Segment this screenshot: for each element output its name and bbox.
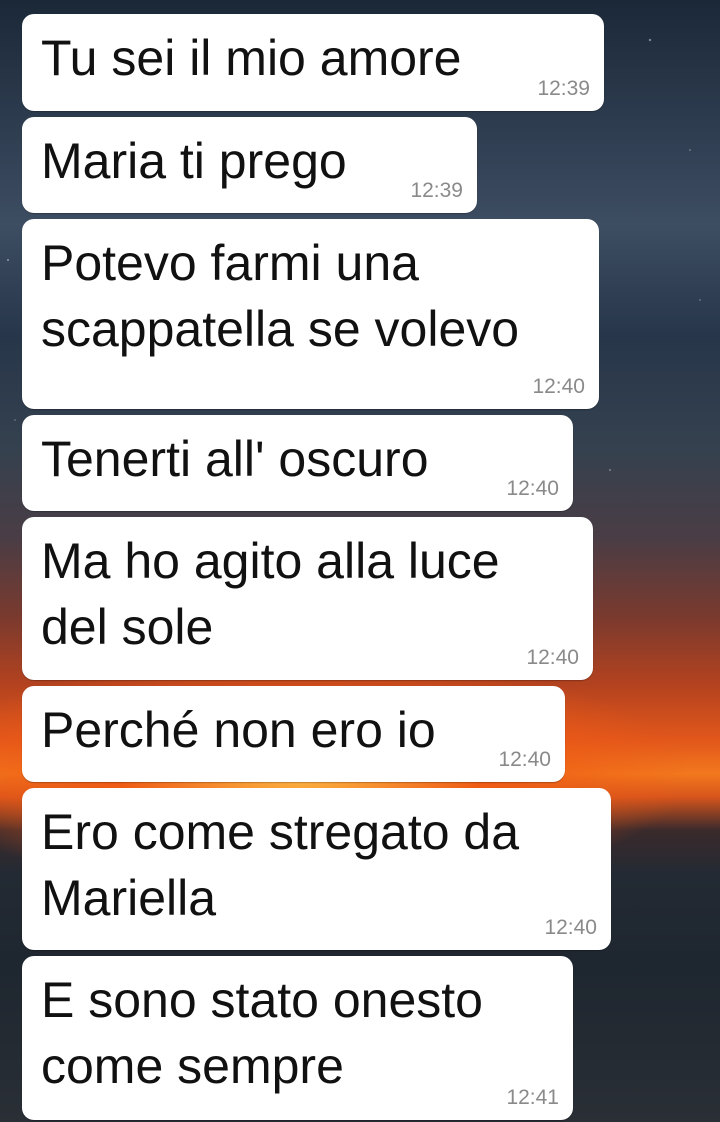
message-timestamp: 12:39	[410, 179, 463, 202]
message-timestamp: 12:41	[506, 1086, 559, 1109]
message-text: Ero come stregato da Mariella	[41, 804, 520, 926]
message-bubble[interactable]: Ma ho agito alla luce del sole 12:40	[22, 517, 593, 680]
message-bubble[interactable]: E sono stato onesto come sempre 12:41	[22, 956, 573, 1120]
chat-conversation[interactable]: Tu sei il mio amore 12:39 Maria ti prego…	[0, 0, 720, 1122]
message-bubble[interactable]: Tu sei il mio amore 12:39	[22, 14, 604, 111]
message-timestamp: 12:40	[498, 748, 551, 771]
message-bubble[interactable]: Perché non ero io 12:40	[22, 686, 565, 782]
message-timestamp: 12:39	[537, 77, 590, 100]
message-bubble[interactable]: Ero come stregato da Mariella 12:40	[22, 788, 611, 950]
message-text: Tenerti all' oscuro	[41, 431, 429, 487]
message-text: Perché non ero io	[41, 702, 436, 758]
message-bubble[interactable]: Potevo farmi una scappatella se volevo 1…	[22, 219, 599, 409]
message-bubble[interactable]: Tenerti all' oscuro 12:40	[22, 415, 573, 511]
message-timestamp: 12:40	[526, 646, 579, 669]
message-text: Ma ho agito alla luce del sole	[41, 533, 500, 655]
message-text: Potevo farmi una scappatella se volevo	[41, 235, 520, 357]
message-text: Maria ti prego	[41, 133, 347, 189]
message-bubble[interactable]: Maria ti prego 12:39	[22, 117, 477, 213]
message-timestamp: 12:40	[506, 477, 559, 500]
message-timestamp: 12:40	[532, 375, 585, 398]
message-text: E sono stato onesto come sempre	[41, 972, 483, 1094]
message-timestamp: 12:40	[544, 916, 597, 939]
message-text: Tu sei il mio amore	[41, 30, 462, 86]
